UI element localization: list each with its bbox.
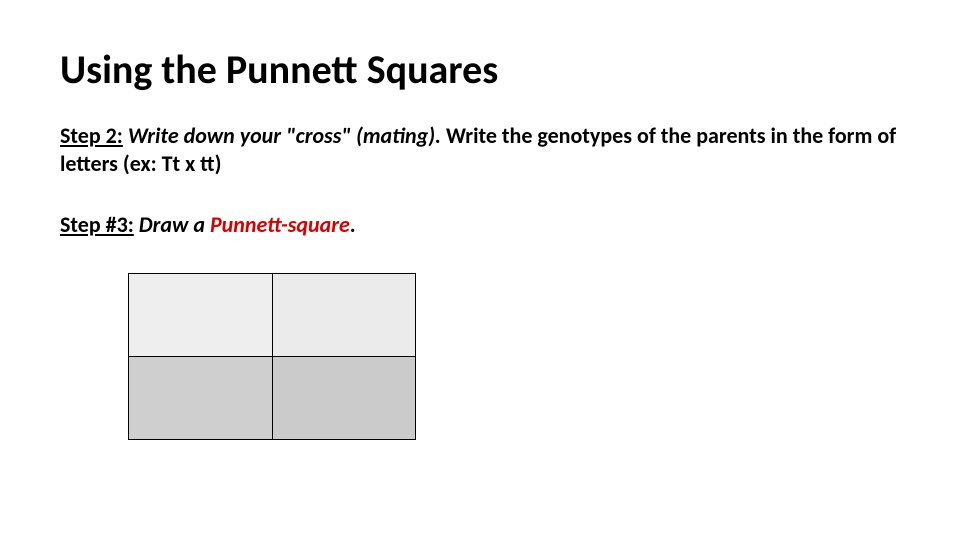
- punnett-cell-top-left: [129, 273, 273, 356]
- step-3-italic-red: Punnett-square: [210, 211, 350, 238]
- punnett-square: [128, 273, 416, 440]
- step-2-italic: Write down your "cross" (mating).: [123, 122, 441, 149]
- punnett-cell-bottom-left: [129, 356, 273, 439]
- punnett-square-container: [128, 273, 900, 440]
- punnett-cell-top-right: [272, 273, 416, 356]
- step-3-paragraph: Step #3: Draw a Punnett-square.: [60, 211, 900, 239]
- punnett-cell-bottom-right: [272, 356, 416, 439]
- slide-title: Using the Punnett Squares: [60, 48, 900, 92]
- step-2-label: Step 2:: [60, 122, 123, 149]
- step-3-period: .: [350, 211, 356, 238]
- step-2-paragraph: Step 2: Write down your "cross" (mating)…: [60, 122, 900, 177]
- step-3-label: Step #3:: [60, 211, 134, 238]
- slide: Using the Punnett Squares Step 2: Write …: [0, 0, 960, 540]
- step-3-italic-plain: Draw a: [134, 211, 210, 238]
